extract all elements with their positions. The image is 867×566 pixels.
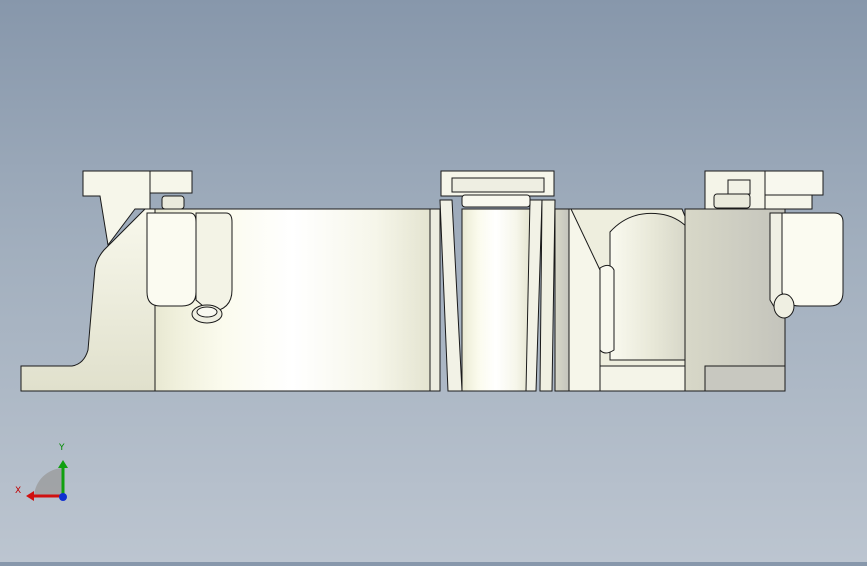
triad-x-label: X bbox=[15, 486, 22, 496]
center-web-left bbox=[429, 208, 441, 392]
left-bracket-slot bbox=[161, 195, 185, 210]
part-body[interactable] bbox=[20, 170, 844, 392]
right-pocket bbox=[779, 212, 844, 307]
right-bracket-slot bbox=[713, 193, 751, 209]
triad-z-axis bbox=[59, 493, 67, 501]
triad-indicator bbox=[26, 460, 68, 501]
left-pocket bbox=[146, 212, 197, 307]
right-housing bbox=[554, 208, 570, 392]
left-pocket-inner bbox=[195, 212, 233, 313]
right-boss-hole bbox=[773, 293, 795, 319]
right-bore-face bbox=[609, 212, 696, 361]
center-rib-1 bbox=[439, 199, 463, 392]
cad-model-view[interactable] bbox=[0, 0, 867, 562]
center-slot bbox=[461, 208, 531, 392]
left-bracket-tab bbox=[149, 170, 193, 194]
triad-y-label: Y bbox=[59, 443, 65, 453]
graphics-viewport[interactable]: X Y bbox=[0, 0, 867, 562]
triad-plane-shading bbox=[34, 468, 63, 496]
center-rib-3 bbox=[539, 199, 556, 392]
left-flange bbox=[20, 208, 156, 392]
